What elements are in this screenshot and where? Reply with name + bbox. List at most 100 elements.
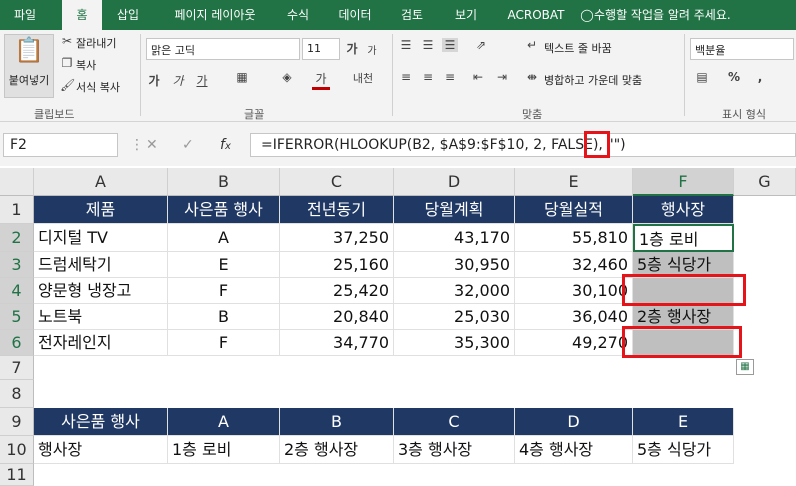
tab-file[interactable]: 파일 <box>0 0 50 30</box>
copy-button[interactable]: 복사 <box>76 57 96 73</box>
tab-page-layout[interactable]: 페이지 레이아웃 <box>160 0 270 30</box>
row-header-selected[interactable]: 5 <box>0 304 34 330</box>
lookup-header-cell[interactable]: C <box>394 408 515 436</box>
wrap-text-button[interactable]: 텍스트 줄 바꿈 <box>544 40 612 56</box>
align-center-icon[interactable]: ≡ <box>420 70 436 84</box>
table-header-cell[interactable]: 당월실적 <box>515 196 633 224</box>
row-header-selected[interactable]: 6 <box>0 330 34 356</box>
cut-button[interactable]: 잘라내기 <box>76 35 116 51</box>
row-header[interactable]: 7 <box>0 356 34 380</box>
table-cell[interactable]: 드럼세탁기 <box>34 252 168 278</box>
align-right-icon[interactable]: ≡ <box>442 70 458 84</box>
table-cell[interactable]: 49,270 <box>515 330 633 356</box>
italic-icon[interactable]: 가 <box>170 72 186 89</box>
format-painter-button[interactable]: 서식 복사 <box>76 79 120 95</box>
table-cell[interactable]: 노트북 <box>34 304 168 330</box>
align-left-icon[interactable]: ≡ <box>398 70 414 84</box>
row-header[interactable]: 11 <box>0 464 34 486</box>
table-cell[interactable]: F <box>168 278 280 304</box>
orientation-icon[interactable]: ⇗ <box>470 38 492 52</box>
align-middle-icon[interactable]: ☰ <box>420 38 436 52</box>
fill-color-icon[interactable]: ◈ <box>278 70 296 84</box>
tab-review[interactable]: 검토 <box>392 0 432 30</box>
lookup-value-cell[interactable]: 3층 행사장 <box>394 436 515 464</box>
tab-insert[interactable]: 삽입 <box>108 0 148 30</box>
table-cell[interactable]: 전자레인지 <box>34 330 168 356</box>
table-cell[interactable]: F <box>168 330 280 356</box>
lookup-header-cell[interactable]: D <box>515 408 633 436</box>
row-header[interactable]: 8 <box>0 380 34 408</box>
column-header[interactable]: A <box>34 168 168 196</box>
border-icon[interactable]: ▦ <box>234 70 250 84</box>
table-cell[interactable]: E <box>168 252 280 278</box>
percent-icon[interactable]: % <box>726 70 742 84</box>
table-cell[interactable]: A <box>168 224 280 252</box>
formula-input[interactable]: =IFERROR(HLOOKUP(B2, $A$9:$F$10, 2, FALS… <box>250 133 796 157</box>
table-cell[interactable]: 25,420 <box>280 278 394 304</box>
table-cell[interactable]: 32,460 <box>515 252 633 278</box>
row-header-selected[interactable]: 2 <box>0 224 34 252</box>
accounting-format-icon[interactable]: ▤ <box>692 70 712 84</box>
column-header-selected[interactable]: F <box>633 168 734 196</box>
merge-center-button[interactable]: 병합하고 가운데 맞춤 <box>544 72 642 88</box>
insert-function-icon[interactable]: fx <box>220 133 231 157</box>
align-top-icon[interactable]: ☰ <box>398 38 414 52</box>
font-name-dropdown[interactable]: 맑은 고딕 <box>146 38 300 60</box>
lookup-header-cell[interactable]: B <box>280 408 394 436</box>
phonetic-icon[interactable]: 내천 <box>352 70 374 86</box>
lookup-value-cell[interactable]: 4층 행사장 <box>515 436 633 464</box>
lookup-header-cell[interactable]: A <box>168 408 280 436</box>
table-cell[interactable]: 43,170 <box>394 224 515 252</box>
table-cell[interactable]: 25,160 <box>280 252 394 278</box>
lookup-header-cell[interactable]: 사은품 행사 <box>34 408 168 436</box>
table-cell[interactable]: 25,030 <box>394 304 515 330</box>
tab-data[interactable]: 데이터 <box>330 0 380 30</box>
tab-view[interactable]: 보기 <box>446 0 486 30</box>
grow-font-icon[interactable]: 가 <box>344 40 360 57</box>
comma-style-icon[interactable]: , <box>752 70 768 84</box>
table-header-cell[interactable]: 전년동기 <box>280 196 394 224</box>
table-header-cell[interactable]: 사은품 행사 <box>168 196 280 224</box>
underline-icon[interactable]: 가 <box>194 72 210 89</box>
lookup-value-cell[interactable]: 행사장 <box>34 436 168 464</box>
table-header-cell[interactable]: 행사장 <box>633 196 734 224</box>
column-header[interactable]: B <box>168 168 280 196</box>
table-header-cell[interactable]: 제품 <box>34 196 168 224</box>
row-header-selected[interactable]: 4 <box>0 278 34 304</box>
active-cell-f2[interactable]: 1층 로비 <box>633 224 734 252</box>
column-header[interactable]: C <box>280 168 394 196</box>
row-header-selected[interactable]: 3 <box>0 252 34 278</box>
cancel-icon[interactable]: ✕ <box>146 133 158 157</box>
column-header[interactable]: G <box>734 168 796 196</box>
quick-analysis-icon[interactable]: ▦ <box>736 359 754 375</box>
shrink-font-icon[interactable]: 가 <box>364 42 380 57</box>
table-cell[interactable]: 36,040 <box>515 304 633 330</box>
tab-home[interactable]: 홈 <box>62 0 102 30</box>
tell-me-box[interactable]: 수행할 작업을 알려 주세요. <box>594 0 784 30</box>
name-box[interactable]: F2 <box>3 133 118 157</box>
lookup-value-cell[interactable]: 5층 식당가 <box>633 436 734 464</box>
row-header[interactable]: 10 <box>0 436 34 464</box>
select-all-corner[interactable] <box>0 168 34 196</box>
lookup-value-cell[interactable]: 1층 로비 <box>168 436 280 464</box>
row-header[interactable]: 1 <box>0 196 34 224</box>
column-header[interactable]: D <box>394 168 515 196</box>
table-cell[interactable]: 30,950 <box>394 252 515 278</box>
table-cell[interactable]: 34,770 <box>280 330 394 356</box>
row-header[interactable]: 9 <box>0 408 34 436</box>
table-cell[interactable]: 디지털 TV <box>34 224 168 252</box>
bold-icon[interactable]: 가 <box>146 72 162 89</box>
table-cell[interactable]: 30,100 <box>515 278 633 304</box>
font-color-icon[interactable]: 가 <box>312 70 330 90</box>
table-cell[interactable]: 55,810 <box>515 224 633 252</box>
table-cell[interactable]: B <box>168 304 280 330</box>
table-cell[interactable]: 20,840 <box>280 304 394 330</box>
number-format-dropdown[interactable]: 백분율 <box>690 38 794 60</box>
tab-formulas[interactable]: 수식 <box>276 0 320 30</box>
table-cell[interactable]: 32,000 <box>394 278 515 304</box>
increase-indent-icon[interactable]: ⇥ <box>494 70 510 84</box>
table-cell[interactable]: 양문형 냉장고 <box>34 278 168 304</box>
column-header[interactable]: E <box>515 168 633 196</box>
table-cell[interactable]: 37,250 <box>280 224 394 252</box>
enter-icon[interactable]: ✓ <box>182 133 194 157</box>
